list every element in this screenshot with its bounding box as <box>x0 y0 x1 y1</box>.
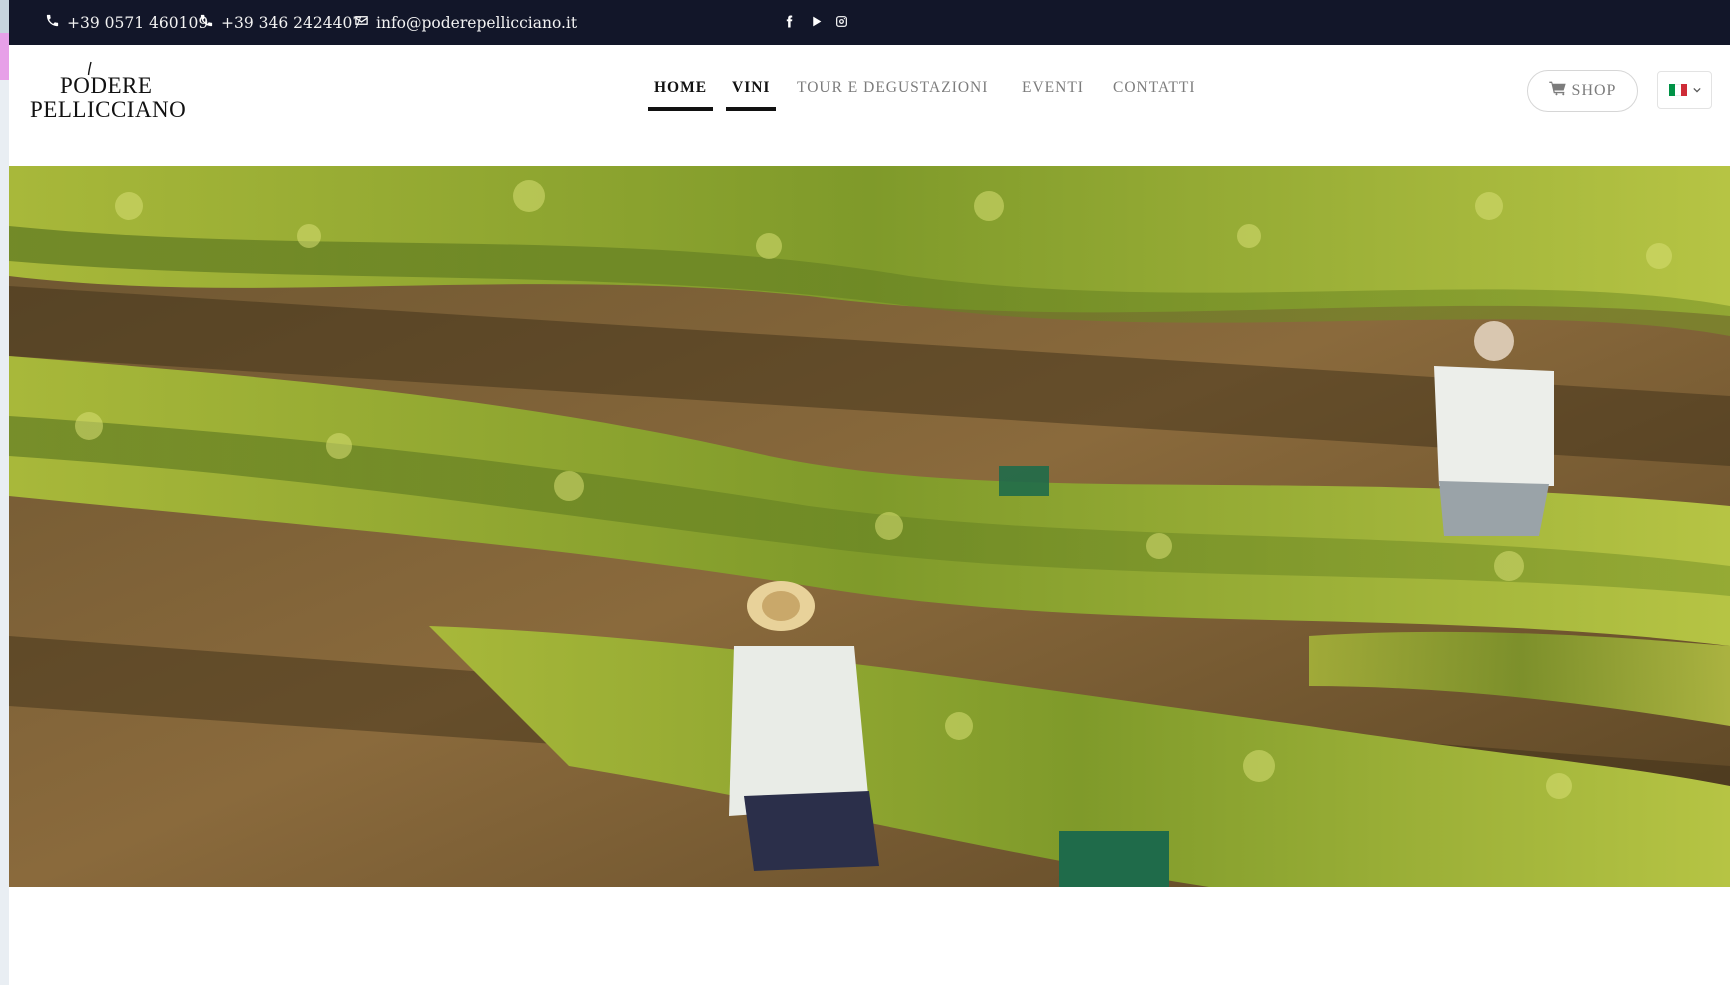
envelope-icon <box>354 13 369 32</box>
top-bar: +39 0571 460109 +39 346 2424407 info@pod… <box>9 0 1730 45</box>
email-link[interactable]: info@poderepellicciano.it <box>354 0 577 45</box>
phone-link-1[interactable]: +39 0571 460109 <box>45 0 208 45</box>
nav-label: CONTATTI <box>1113 79 1196 96</box>
nav-item-eventi[interactable]: EVENTI <box>1022 79 1084 115</box>
nav-label: HOME <box>654 79 708 96</box>
instagram-icon <box>835 13 848 32</box>
nav-item-vini[interactable]: VINI <box>726 79 777 115</box>
phone-number-1: +39 0571 460109 <box>67 13 209 32</box>
nav-label: VINI <box>732 79 771 96</box>
nav-label: TOUR E DEGUSTAZIONI <box>797 79 989 96</box>
shop-button[interactable]: SHOP <box>1527 70 1638 112</box>
phone-icon <box>199 13 214 32</box>
nav-item-tour[interactable]: TOUR E DEGUSTAZIONI <box>797 79 988 115</box>
brand-logo[interactable]: PODERE PELLICCIANO <box>30 61 200 123</box>
active-indicator <box>648 107 714 111</box>
active-indicator <box>726 107 777 111</box>
chevron-down-icon <box>1692 87 1701 93</box>
phone-link-2[interactable]: +39 346 2424407 <box>199 0 362 45</box>
email-address: info@poderepellicciano.it <box>376 13 578 32</box>
nav-item-contatti[interactable]: CONTATTI <box>1113 79 1196 115</box>
brand-line-1: PODERE <box>60 73 153 98</box>
youtube-link[interactable] <box>810 0 823 45</box>
nav-label: EVENTI <box>1022 79 1084 96</box>
hero-image <box>9 166 1730 887</box>
shop-label: SHOP <box>1571 82 1617 99</box>
facebook-link[interactable] <box>783 0 796 45</box>
page: +39 0571 460109 +39 346 2424407 info@pod… <box>9 0 1730 985</box>
nav-item-home[interactable]: HOME <box>648 79 714 115</box>
brand-line-2: PELLICCIANO <box>30 97 187 122</box>
edge-accent <box>0 33 9 80</box>
youtube-icon <box>810 13 823 32</box>
browser-left-edge <box>0 0 9 985</box>
cart-icon <box>1548 81 1566 101</box>
edge-segment <box>0 0 9 33</box>
site-header: PODERE PELLICCIANO HOME VINI TOUR E DEGU… <box>9 45 1730 166</box>
phone-icon <box>45 13 60 32</box>
instagram-link[interactable] <box>835 0 848 45</box>
facebook-icon <box>783 13 796 32</box>
italy-flag-icon <box>1668 84 1687 96</box>
vineyard-photo <box>9 166 1730 887</box>
phone-number-2: +39 346 2424407 <box>221 13 363 32</box>
language-selector[interactable] <box>1657 71 1712 109</box>
